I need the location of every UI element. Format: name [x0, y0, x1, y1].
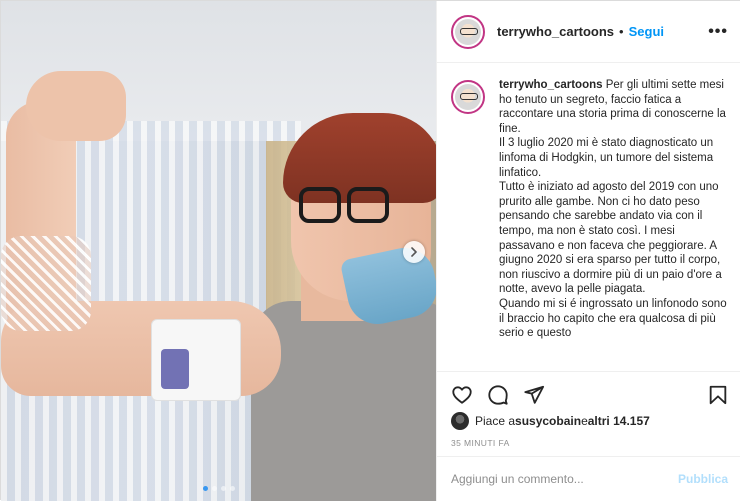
comment-icon[interactable]: [487, 384, 509, 406]
caption-username[interactable]: terrywho_cartoons: [499, 79, 603, 91]
publish-button[interactable]: Pubblica: [678, 472, 728, 486]
carousel-dot: [229, 486, 235, 491]
carousel-dot: [202, 486, 208, 491]
more-options-icon[interactable]: •••: [708, 23, 728, 41]
post-side-panel: terrywho_cartoons • Segui ••• terrywho_c…: [436, 1, 740, 501]
photo-bandage: [1, 236, 91, 331]
likes-summary: Piace a susycobain e altri 14.157: [451, 412, 650, 430]
heart-icon[interactable]: [451, 384, 473, 406]
likes-prefix: Piace a: [475, 414, 516, 428]
caption-author-avatar[interactable]: [451, 80, 485, 114]
likes-middle: e: [581, 414, 588, 428]
header-separator: •: [619, 24, 624, 39]
chevron-right-icon: [411, 247, 417, 257]
liker-username[interactable]: susycobain: [515, 414, 581, 428]
liker-avatar[interactable]: [451, 412, 469, 430]
photo-glasses: [299, 187, 419, 227]
caption-area: terrywho_cartoons Per gli ultimi sette m…: [437, 64, 740, 369]
post-caption: terrywho_cartoons Per gli ultimi sette m…: [499, 78, 730, 369]
comment-composer: Pubblica: [437, 456, 740, 501]
carousel-dot: [220, 486, 226, 491]
post-timestamp[interactable]: 35 MINUTI FA: [451, 438, 510, 448]
follow-button[interactable]: Segui: [629, 24, 664, 39]
next-slide-button[interactable]: [403, 241, 425, 263]
carousel-dot: [211, 486, 217, 491]
likes-count[interactable]: altri 14.157: [588, 414, 650, 428]
carousel-indicator: [1, 486, 436, 491]
photo-iv-tube: [161, 349, 189, 389]
share-icon[interactable]: [523, 384, 545, 406]
comment-input[interactable]: [451, 472, 678, 486]
action-icons: [451, 382, 729, 408]
author-username[interactable]: terrywho_cartoons: [497, 24, 614, 39]
photo-fist: [26, 71, 126, 141]
post-header: terrywho_cartoons • Segui •••: [437, 1, 740, 63]
bookmark-icon[interactable]: [707, 384, 729, 406]
instagram-post-modal: terrywho_cartoons • Segui ••• terrywho_c…: [0, 0, 740, 501]
author-avatar[interactable]: [451, 14, 485, 49]
caption-text: Per gli ultimi sette mesi ho tenuto un s…: [499, 79, 727, 340]
post-photo[interactable]: [1, 1, 436, 501]
photo-shirt: [251, 301, 436, 501]
